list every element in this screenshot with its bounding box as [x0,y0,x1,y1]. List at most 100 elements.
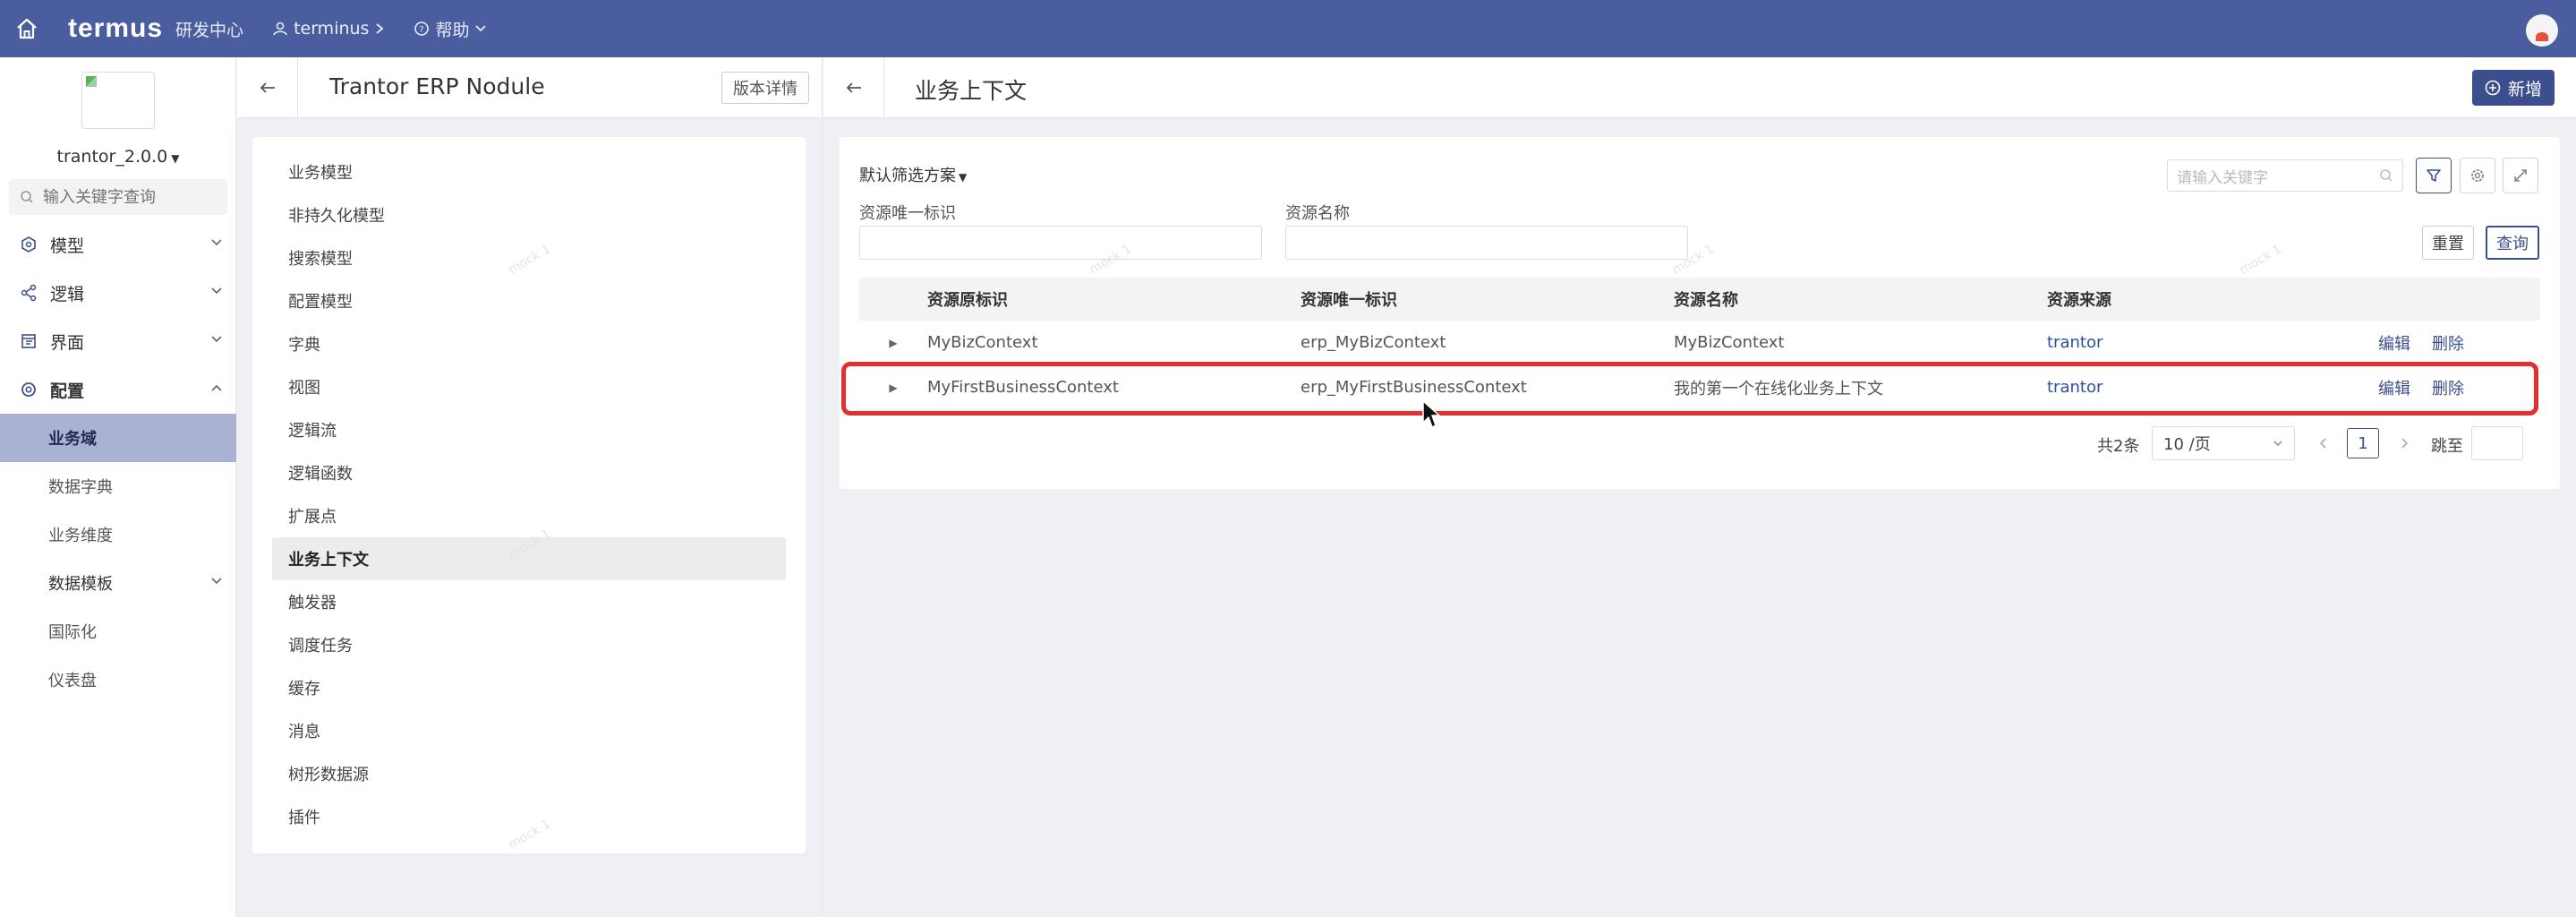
sidebar-search[interactable] [9,179,227,215]
gear-icon [2471,169,2484,182]
list-item[interactable]: 配置模型 [272,279,786,322]
chevron-down-icon [211,239,222,246]
sidebar-menu: 模型 逻辑 界面 配置 业务域 数据字典 业务维度 数据模板 国际化 仪表盘 [0,220,236,704]
filter-button[interactable] [2416,158,2452,193]
source-link[interactable]: trantor [2047,378,2378,397]
sidebar-item-dashboard[interactable]: 仪表盘 [0,656,236,704]
list-item[interactable]: 字典 [272,322,786,365]
page-size-value: 10 /页 [2163,435,2211,454]
plus-circle-icon [2485,80,2501,96]
list-item[interactable]: 调度任务 [272,623,786,666]
search-icon [2380,169,2393,182]
chevron-down-icon [211,287,222,295]
version-detail-button[interactable]: 版本详情 [721,72,809,104]
expand-icon [2514,169,2527,182]
sidebar-item-i18n[interactable]: 国际化 [0,607,236,656]
list-item[interactable]: 触发器 [272,580,786,623]
user-menu[interactable]: terminus [272,19,385,39]
chevron-down-icon [475,25,487,32]
caret-down-icon: ▼ [171,152,180,165]
chevron-down-icon [2273,441,2282,447]
cell-unique-id: erp_MyBizContext [1301,333,1446,352]
cell-name: MyBizContext [1674,333,1785,352]
home-icon[interactable] [13,14,41,43]
list-item[interactable]: 业务模型 [272,150,786,193]
avatar[interactable] [2526,14,2558,47]
sidebar-item-logic[interactable]: 逻辑 [0,269,236,317]
help-menu[interactable]: ? 帮助 [414,17,487,41]
edit-link[interactable]: 编辑 [2378,331,2410,355]
delete-link[interactable]: 删除 [2432,331,2464,355]
table-row[interactable]: ▶ MyFirstBusinessContext erp_MyFirstBusi… [859,365,2540,410]
sidebar-item-model[interactable]: 模型 [0,220,236,269]
list-item[interactable]: 扩展点 [272,494,786,537]
fullscreen-button[interactable] [2503,158,2538,193]
sidebar-item-business-domain[interactable]: 业务域 [0,414,236,462]
version-label: trantor_2.0.0 [56,147,168,167]
list-item[interactable]: 逻辑流 [272,408,786,451]
resource-name-input[interactable] [1285,226,1688,260]
sidebar-item-ui[interactable]: 界面 [0,317,236,365]
sidebar-item-data-template[interactable]: 数据模板 [0,559,236,607]
column-header: 资源唯一标识 [1301,291,1397,310]
column-header: 资源来源 [2047,291,2111,310]
add-button[interactable]: 新增 [2471,70,2555,106]
user-name: terminus [294,19,370,39]
reset-button[interactable]: 重置 [2422,226,2474,260]
expand-row-icon[interactable]: ▶ [859,381,927,394]
list-item[interactable]: 逻辑函数 [272,451,786,494]
pagination-total: 共2条 [2097,437,2140,456]
list-item[interactable]: 消息 [272,709,786,752]
page-size-select[interactable]: 10 /页 [2152,426,2295,460]
back-button[interactable] [237,57,298,118]
sidebar-item-label: 配置 [50,381,85,401]
config-icon [20,381,39,399]
brand-logo[interactable]: termus [68,13,163,44]
version-selector[interactable]: trantor_2.0.0 ▼ [0,147,236,167]
sidebar-item-config[interactable]: 配置 [0,365,236,414]
sidebar-item-label: 界面 [50,332,85,353]
sidebar-item-label: 业务域 [48,430,97,449]
add-button-label: 新增 [2507,79,2542,99]
column-header: 资源名称 [1674,291,1738,310]
column-header: 资源原标识 [927,291,1008,310]
keyword-search-input[interactable]: 请输入关键字 [2167,159,2403,192]
list-item[interactable]: 树形数据源 [272,752,786,795]
ui-icon [20,332,39,350]
expand-row-icon[interactable]: ▶ [859,337,927,349]
table-row[interactable]: ▶ MyBizContext erp_MyBizContext MyBizCon… [859,321,2540,365]
sidebar-item-business-dimension[interactable]: 业务维度 [0,510,236,559]
list-item[interactable]: 缓存 [272,666,786,709]
page-number-button[interactable]: 1 [2347,428,2379,458]
unique-id-input[interactable] [859,226,1262,260]
middle-header: Trantor ERP Nodule 版本详情 [237,57,823,118]
back-button[interactable] [823,57,884,118]
list-item[interactable]: 视图 [272,365,786,408]
query-button[interactable]: 查询 [2486,226,2539,260]
jump-page-input[interactable] [2471,426,2523,460]
user-icon [273,21,287,36]
caret-down-icon: ▼ [959,171,968,184]
sidebar-item-label: 业务维度 [48,527,113,545]
chevron-down-icon [211,336,222,343]
org-name[interactable]: 研发中心 [175,17,243,41]
filter-icon [2427,169,2441,182]
page-title: 业务上下文 [915,78,1028,104]
right-header: 业务上下文 新增 [823,57,2576,118]
sidebar-search-input[interactable] [43,187,213,207]
source-link[interactable]: trantor [2047,333,2378,352]
cell-name: 我的第一个在线化业务上下文 [1674,379,1883,399]
module-title: Trantor ERP Nodule [329,73,545,99]
chevron-right-icon [2401,438,2409,449]
settings-button[interactable] [2460,158,2495,193]
filter-unique-label: 资源唯一标识 [859,204,956,223]
delete-link[interactable]: 删除 [2432,376,2464,399]
edit-link[interactable]: 编辑 [2378,376,2410,399]
sidebar-item-data-dictionary[interactable]: 数据字典 [0,462,236,510]
next-page-button[interactable] [2388,428,2420,458]
filter-scheme-dropdown[interactable]: 默认筛选方案 ▼ [859,163,967,186]
prev-page-button[interactable] [2307,428,2340,458]
svg-text:?: ? [420,25,424,35]
list-item[interactable]: 非持久化模型 [272,193,786,236]
sidebar-item-label: 国际化 [48,623,97,642]
